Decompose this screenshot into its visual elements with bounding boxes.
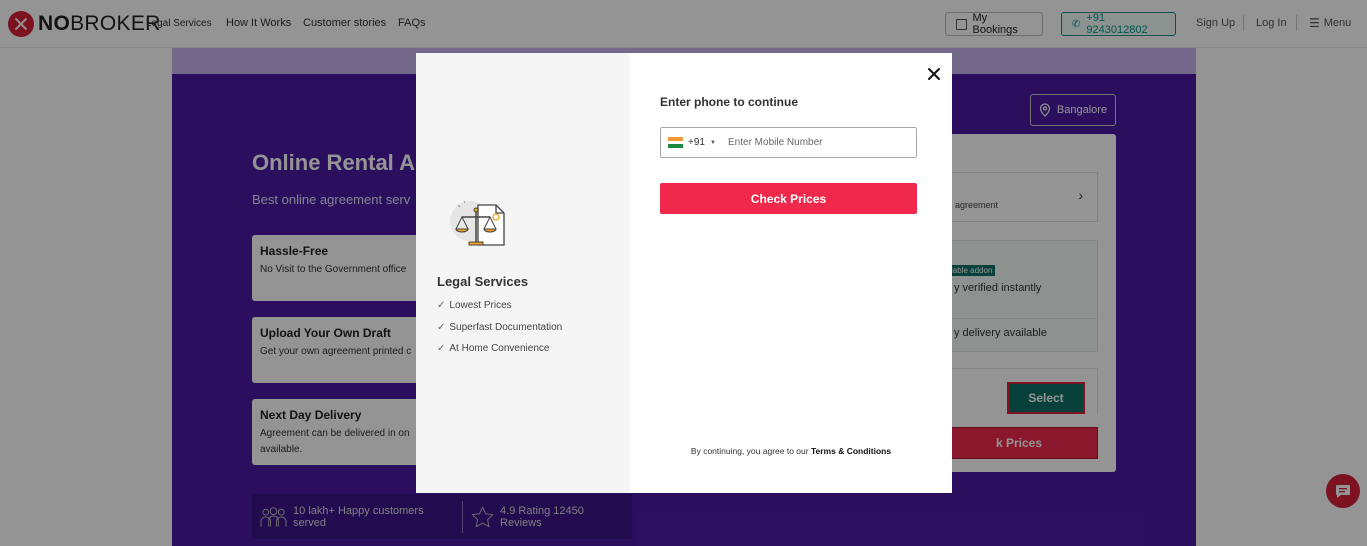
phone-login-modal: Legal Services ✓ Lowest Prices ✓ Superfast… [416, 53, 952, 493]
check-icon: ✓ [437, 321, 446, 333]
benefits-list: ✓ Lowest Prices ✓ Superfast Documentation … [437, 300, 562, 365]
india-flag-icon [668, 137, 683, 149]
country-code-selector[interactable]: +91 ▼ [661, 128, 723, 157]
benefit-item: ✓ At Home Convenience [437, 343, 550, 354]
terms-text: By continuing, you agree to our Terms & … [690, 446, 892, 456]
modal-title: Enter phone to continue [660, 95, 798, 109]
terms-link[interactable]: Terms & Conditions [811, 446, 891, 456]
modal-form-panel: Enter phone to continue +91 ▼ Check Pric… [630, 53, 952, 493]
modal-info-panel: Legal Services ✓ Lowest Prices ✓ Superfast… [416, 53, 630, 493]
phone-field: +91 ▼ [660, 127, 917, 158]
close-icon[interactable] [926, 66, 942, 82]
mobile-number-input[interactable] [723, 128, 913, 157]
benefit-item: ✓ Lowest Prices [437, 300, 512, 311]
check-prices-button[interactable]: Check Prices [660, 183, 917, 214]
modal-left-title: Legal Services [437, 274, 529, 289]
check-icon: ✓ [437, 300, 446, 311]
legal-scales-icon [450, 200, 505, 246]
check-icon: ✓ [437, 343, 446, 354]
benefit-item: ✓ Superfast Documentation [437, 321, 563, 333]
country-code-label: +91 [688, 137, 705, 148]
caret-down-icon: ▼ [709, 139, 716, 146]
